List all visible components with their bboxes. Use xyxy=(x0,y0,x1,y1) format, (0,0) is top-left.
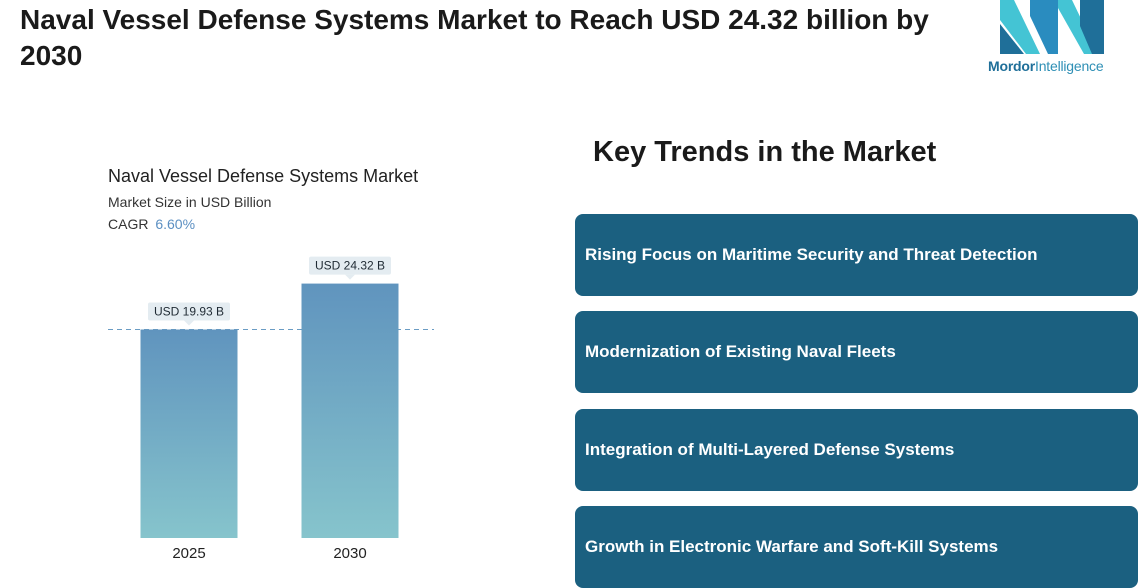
trend-card-1: Rising Focus on Maritime Security and Th… xyxy=(575,214,1138,296)
data-label-2025: USD 19.93 B xyxy=(148,302,230,326)
chart-cagr: CAGR 6.60% xyxy=(108,216,195,232)
trend-card-2: Modernization of Existing Naval Fleets xyxy=(575,311,1138,393)
bar-chart: USD 19.93 B 2025 USD 24.32 B 2030 xyxy=(108,256,434,562)
page-title: Naval Vessel Defense Systems Market to R… xyxy=(20,4,929,71)
trend-label-3: Integration of Multi-Layered Defense Sys… xyxy=(585,440,955,459)
cagr-value: 6.60% xyxy=(155,216,196,232)
bar-2030 xyxy=(301,283,399,538)
x-tick-2025: 2025 xyxy=(172,545,205,562)
trend-card-3: Integration of Multi-Layered Defense Sys… xyxy=(575,409,1138,491)
svg-text:USD 19.93 B: USD 19.93 B xyxy=(154,305,224,319)
trend-label-1: Rising Focus on Maritime Security and Th… xyxy=(585,245,1038,264)
trend-label-4: Growth in Electronic Warfare and Soft-Ki… xyxy=(585,537,999,556)
x-tick-2030: 2030 xyxy=(333,545,366,562)
mordor-intelligence-logo: MordorIntelligence xyxy=(984,0,1124,80)
trend-label-2: Modernization of Existing Naval Fleets xyxy=(585,342,896,361)
data-label-2030: USD 24.32 B xyxy=(309,256,391,280)
svg-text:USD 24.32 B: USD 24.32 B xyxy=(315,259,385,273)
cagr-label: CAGR xyxy=(108,216,149,232)
chart-subtitle: Market Size in USD Billion xyxy=(108,194,272,210)
trends-title: Key Trends in the Market xyxy=(593,136,937,168)
bar-2025 xyxy=(140,329,238,538)
trend-card-4: Growth in Electronic Warfare and Soft-Ki… xyxy=(575,506,1138,588)
logo-mark-icon xyxy=(1000,0,1104,54)
chart-title: Naval Vessel Defense Systems Market xyxy=(108,166,419,186)
logo-text: MordorIntelligence xyxy=(988,58,1104,74)
